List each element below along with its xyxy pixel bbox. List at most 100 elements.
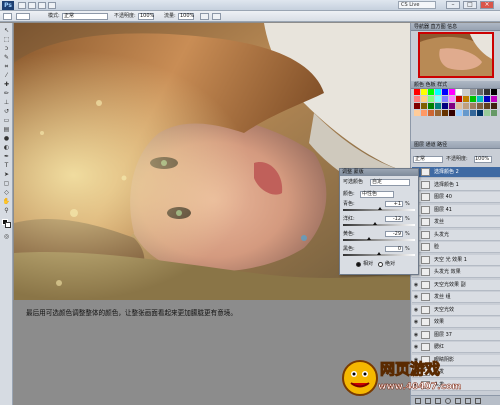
layer-row[interactable]: ◉ 发丝 组	[412, 292, 500, 303]
color-swatch[interactable]	[484, 96, 490, 102]
visibility-eye-icon[interactable]: ◉	[413, 294, 419, 300]
mode-select[interactable]: 正常	[62, 13, 108, 20]
color-swatch[interactable]	[442, 110, 448, 116]
preset-select[interactable]: 自定	[370, 179, 410, 186]
adjust-row-value[interactable]: -29	[385, 231, 403, 237]
eyedropper-tool-icon[interactable]: ⁄	[2, 72, 11, 79]
color-swatch[interactable]	[428, 110, 434, 116]
layer-row[interactable]: ◉图层 40	[412, 192, 500, 203]
color-swatch[interactable]	[463, 103, 469, 109]
color-swatch[interactable]	[491, 110, 497, 116]
navigator-tabs[interactable]: 导航器 直方图 信息	[411, 23, 500, 31]
color-swatch[interactable]	[484, 103, 490, 109]
color-swatch[interactable]	[470, 89, 476, 95]
color-swatch[interactable]	[470, 103, 476, 109]
type-tool-icon[interactable]: T	[2, 162, 11, 169]
layer-row[interactable]: ◉ 天空光效	[412, 304, 500, 316]
colors-select[interactable]: 中性色	[360, 191, 394, 198]
visibility-eye-icon[interactable]: ◉	[413, 282, 419, 288]
layers-blend-mode-select[interactable]: 正常	[413, 156, 443, 163]
layer-row[interactable]: ◉ 图层 37	[412, 329, 500, 341]
gradient-tool-icon[interactable]: ▤	[2, 126, 11, 133]
color-swatch[interactable]	[463, 89, 469, 95]
minimize-button[interactable]: –	[446, 1, 460, 9]
brush-tool-icon[interactable]: ✏	[2, 90, 11, 97]
blur-tool-icon[interactable]: ●	[2, 135, 11, 142]
visibility-eye-icon[interactable]: ◉	[413, 344, 419, 350]
layer-row[interactable]: ◉发丝	[412, 217, 500, 228]
layer-row[interactable]: ◉ 效果	[412, 317, 500, 328]
lasso-tool-icon[interactable]: ↄ	[2, 45, 11, 52]
eraser-tool-icon[interactable]: ▭	[2, 117, 11, 124]
clone-stamp-tool-icon[interactable]: ⊥	[2, 99, 11, 106]
color-swatch[interactable]	[421, 110, 427, 116]
menu-icons[interactable]	[18, 2, 78, 9]
layer-row[interactable]: ◉天空 光 效果 1	[412, 254, 500, 266]
color-swatch[interactable]	[442, 89, 448, 95]
layer-row[interactable]: ◉图层 41	[412, 204, 500, 216]
color-swatch[interactable]	[428, 103, 434, 109]
healing-brush-tool-icon[interactable]: ✚	[2, 81, 11, 88]
color-swatch[interactable]	[435, 96, 441, 102]
adjust-row-slider[interactable]	[343, 222, 415, 226]
color-swatch[interactable]	[484, 110, 490, 116]
layer-row[interactable]: ◉头发光	[412, 229, 500, 241]
color-swatch[interactable]	[463, 110, 469, 116]
layer-row[interactable]: ◉选择颜色 2	[412, 167, 500, 178]
layer-row[interactable]: ◉ 天空光效果 副	[412, 279, 500, 291]
color-swatch[interactable]	[456, 96, 462, 102]
adjustments-title[interactable]: 调整 蒙版	[340, 169, 418, 176]
adjust-row-slider[interactable]	[343, 237, 415, 241]
color-swatch[interactable]	[449, 89, 455, 95]
color-swatch[interactable]	[477, 110, 483, 116]
color-swatch[interactable]	[449, 96, 455, 102]
visibility-eye-icon[interactable]: ◉	[413, 332, 419, 338]
color-swatch[interactable]	[484, 89, 490, 95]
slider-thumb[interactable]	[377, 252, 381, 255]
color-swatch[interactable]	[477, 103, 483, 109]
path-select-tool-icon[interactable]: ➤	[2, 171, 11, 178]
adjust-row-value[interactable]: 0	[385, 246, 403, 252]
color-swatch[interactable]	[491, 96, 497, 102]
color-swatch[interactable]	[435, 103, 441, 109]
color-swatch[interactable]	[470, 110, 476, 116]
layer-row[interactable]: ◉选择颜色 1	[412, 179, 500, 191]
quick-mask-icon[interactable]: ◎	[2, 233, 11, 240]
quick-select-tool-icon[interactable]: ✎	[2, 54, 11, 61]
crop-tool-icon[interactable]: ⌗	[2, 63, 11, 70]
history-brush-tool-icon[interactable]: ↺	[2, 108, 11, 115]
layer-row[interactable]: ◉脸	[412, 242, 500, 253]
flow-field[interactable]: 100%	[178, 13, 194, 20]
navigator-thumbnail[interactable]	[418, 32, 494, 78]
color-swatch[interactable]	[456, 110, 462, 116]
slider-thumb[interactable]	[377, 207, 382, 210]
adjust-row-slider[interactable]	[343, 252, 415, 256]
relative-radio[interactable]	[356, 262, 361, 267]
color-swatch[interactable]	[491, 103, 497, 109]
maximize-button[interactable]: □	[463, 1, 477, 9]
hand-tool-icon[interactable]	[48, 2, 56, 9]
pen-tool-icon[interactable]: ✒	[2, 153, 11, 160]
bridge-icon[interactable]	[18, 2, 26, 9]
color-swatch[interactable]	[421, 103, 427, 109]
color-swatch[interactable]	[428, 89, 434, 95]
color-swatch[interactable]	[414, 103, 420, 109]
color-swatch[interactable]	[463, 96, 469, 102]
tablet-pressure-icon[interactable]	[212, 13, 221, 20]
color-swatch[interactable]	[456, 103, 462, 109]
move-tool-icon[interactable]: ↖	[2, 27, 11, 34]
color-swatch[interactable]	[421, 89, 427, 95]
color-swatch[interactable]	[442, 96, 448, 102]
layers-opacity-field[interactable]: 100%	[474, 156, 492, 163]
close-button[interactable]: ×	[480, 1, 494, 9]
zoom-tool-icon[interactable]: ⚲	[2, 207, 11, 214]
slider-thumb[interactable]	[372, 222, 377, 225]
dodge-tool-icon[interactable]: ◐	[2, 144, 11, 151]
opacity-field[interactable]: 100%	[138, 13, 154, 20]
visibility-eye-icon[interactable]: ◉	[413, 307, 419, 313]
airbrush-icon[interactable]	[200, 13, 209, 20]
color-swatch[interactable]	[477, 89, 483, 95]
layers-tabs[interactable]: 图层 通道 路径	[411, 141, 500, 149]
marquee-tool-icon[interactable]: ⬚	[2, 36, 11, 43]
visibility-eye-icon[interactable]: ◉	[413, 319, 419, 325]
